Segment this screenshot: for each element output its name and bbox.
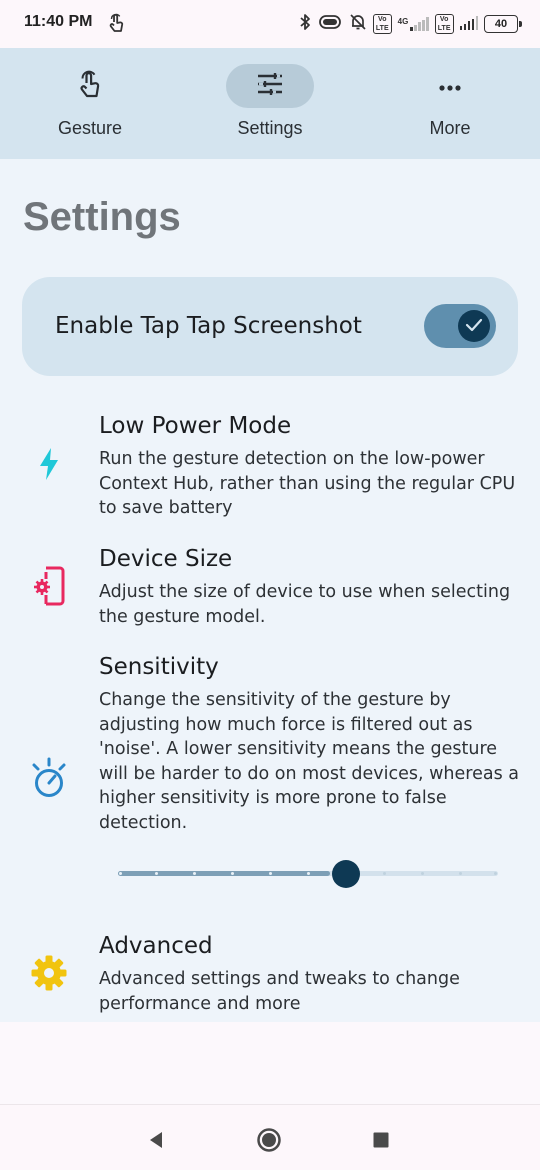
setting-advanced[interactable]: Advanced Advanced settings and tweaks to…	[0, 931, 540, 1021]
setting-description: Advanced settings and tweaks to change p…	[99, 969, 460, 1014]
slider-tick	[193, 872, 196, 875]
settings-content: Settings Enable Tap Tap Screenshot Low P…	[0, 159, 540, 1022]
enable-toggle[interactable]	[424, 304, 496, 348]
signal-icon: 4G	[398, 17, 429, 31]
slider-thumb[interactable]	[332, 860, 360, 888]
bluetooth-icon	[299, 13, 311, 35]
toggle-knob	[458, 310, 490, 342]
slider-tick	[459, 872, 462, 875]
setting-title: Low Power Mode	[99, 413, 292, 439]
tab-gesture-label: Gesture	[57, 118, 123, 138]
signal-icon-2	[459, 15, 478, 34]
setting-sensitivity: Sensitivity Change the sensitivity of th…	[0, 652, 540, 842]
tab-more-label: More	[429, 118, 471, 138]
slider-active-track	[118, 871, 330, 876]
tab-settings-label: Settings	[237, 118, 303, 138]
tab-gesture-indicator	[46, 64, 134, 108]
network-type-label: 4G	[397, 17, 409, 26]
volte-icon: Vo LTE	[372, 14, 392, 34]
phone-settings-icon	[26, 563, 72, 609]
tab-gesture[interactable]: Gesture	[0, 48, 180, 159]
timer-icon	[26, 756, 72, 802]
home-icon[interactable]	[254, 1125, 284, 1155]
slider-tick	[119, 872, 122, 875]
top-navigation: Gesture Settings More	[0, 48, 540, 159]
setting-low-power-mode[interactable]: Low Power Mode Run the gesture detection…	[0, 409, 540, 521]
slider-tick	[155, 872, 158, 875]
slider-tick	[269, 872, 272, 875]
setting-title: Sensitivity	[99, 654, 219, 680]
system-navigation-bar	[0, 1104, 540, 1170]
gesture-icon	[108, 13, 124, 33]
tune-icon	[256, 72, 284, 100]
setting-device-size[interactable]: Device Size Adjust the size of device to…	[0, 544, 540, 634]
enable-card[interactable]: Enable Tap Tap Screenshot	[22, 277, 518, 376]
tab-more-indicator	[406, 64, 494, 108]
status-icons: Vo LTE 4G Vo LTE 40	[299, 12, 522, 36]
slider-tick	[231, 872, 234, 875]
tab-more[interactable]: More	[360, 48, 540, 159]
volte-icon-2: Vo LTE	[434, 14, 454, 34]
bolt-icon	[26, 441, 72, 487]
vibrate-icon	[317, 14, 343, 34]
back-icon[interactable]	[141, 1125, 171, 1155]
recents-icon[interactable]	[366, 1125, 396, 1155]
battery-icon: 40	[484, 15, 522, 33]
slider-tick	[383, 872, 386, 875]
check-icon	[465, 317, 483, 336]
notifications-off-icon	[349, 13, 367, 35]
slider-tick	[421, 872, 424, 875]
setting-title: Device Size	[99, 546, 233, 572]
battery-level: 40	[494, 18, 508, 30]
page-title: Settings	[23, 195, 181, 239]
tab-settings[interactable]: Settings	[180, 48, 360, 159]
more-horiz-icon	[438, 77, 462, 96]
enable-label: Enable Tap Tap Screenshot	[55, 313, 362, 339]
gesture-icon	[77, 69, 103, 103]
gear-icon	[26, 950, 72, 996]
sensitivity-slider[interactable]	[118, 859, 498, 889]
setting-title: Advanced	[99, 933, 213, 959]
tab-settings-indicator	[226, 64, 314, 108]
status-time: 11:40 PM	[24, 13, 93, 30]
setting-description: Change the sensitivity of the gesture by…	[99, 690, 519, 833]
setting-description: Adjust the size of device to use when se…	[99, 582, 511, 627]
slider-tick	[494, 872, 497, 875]
slider-tick	[307, 872, 310, 875]
status-bar: 11:40 PM Vo LTE 4G Vo LTE 40	[0, 0, 540, 48]
setting-description: Run the gesture detection on the low-pow…	[99, 449, 516, 518]
